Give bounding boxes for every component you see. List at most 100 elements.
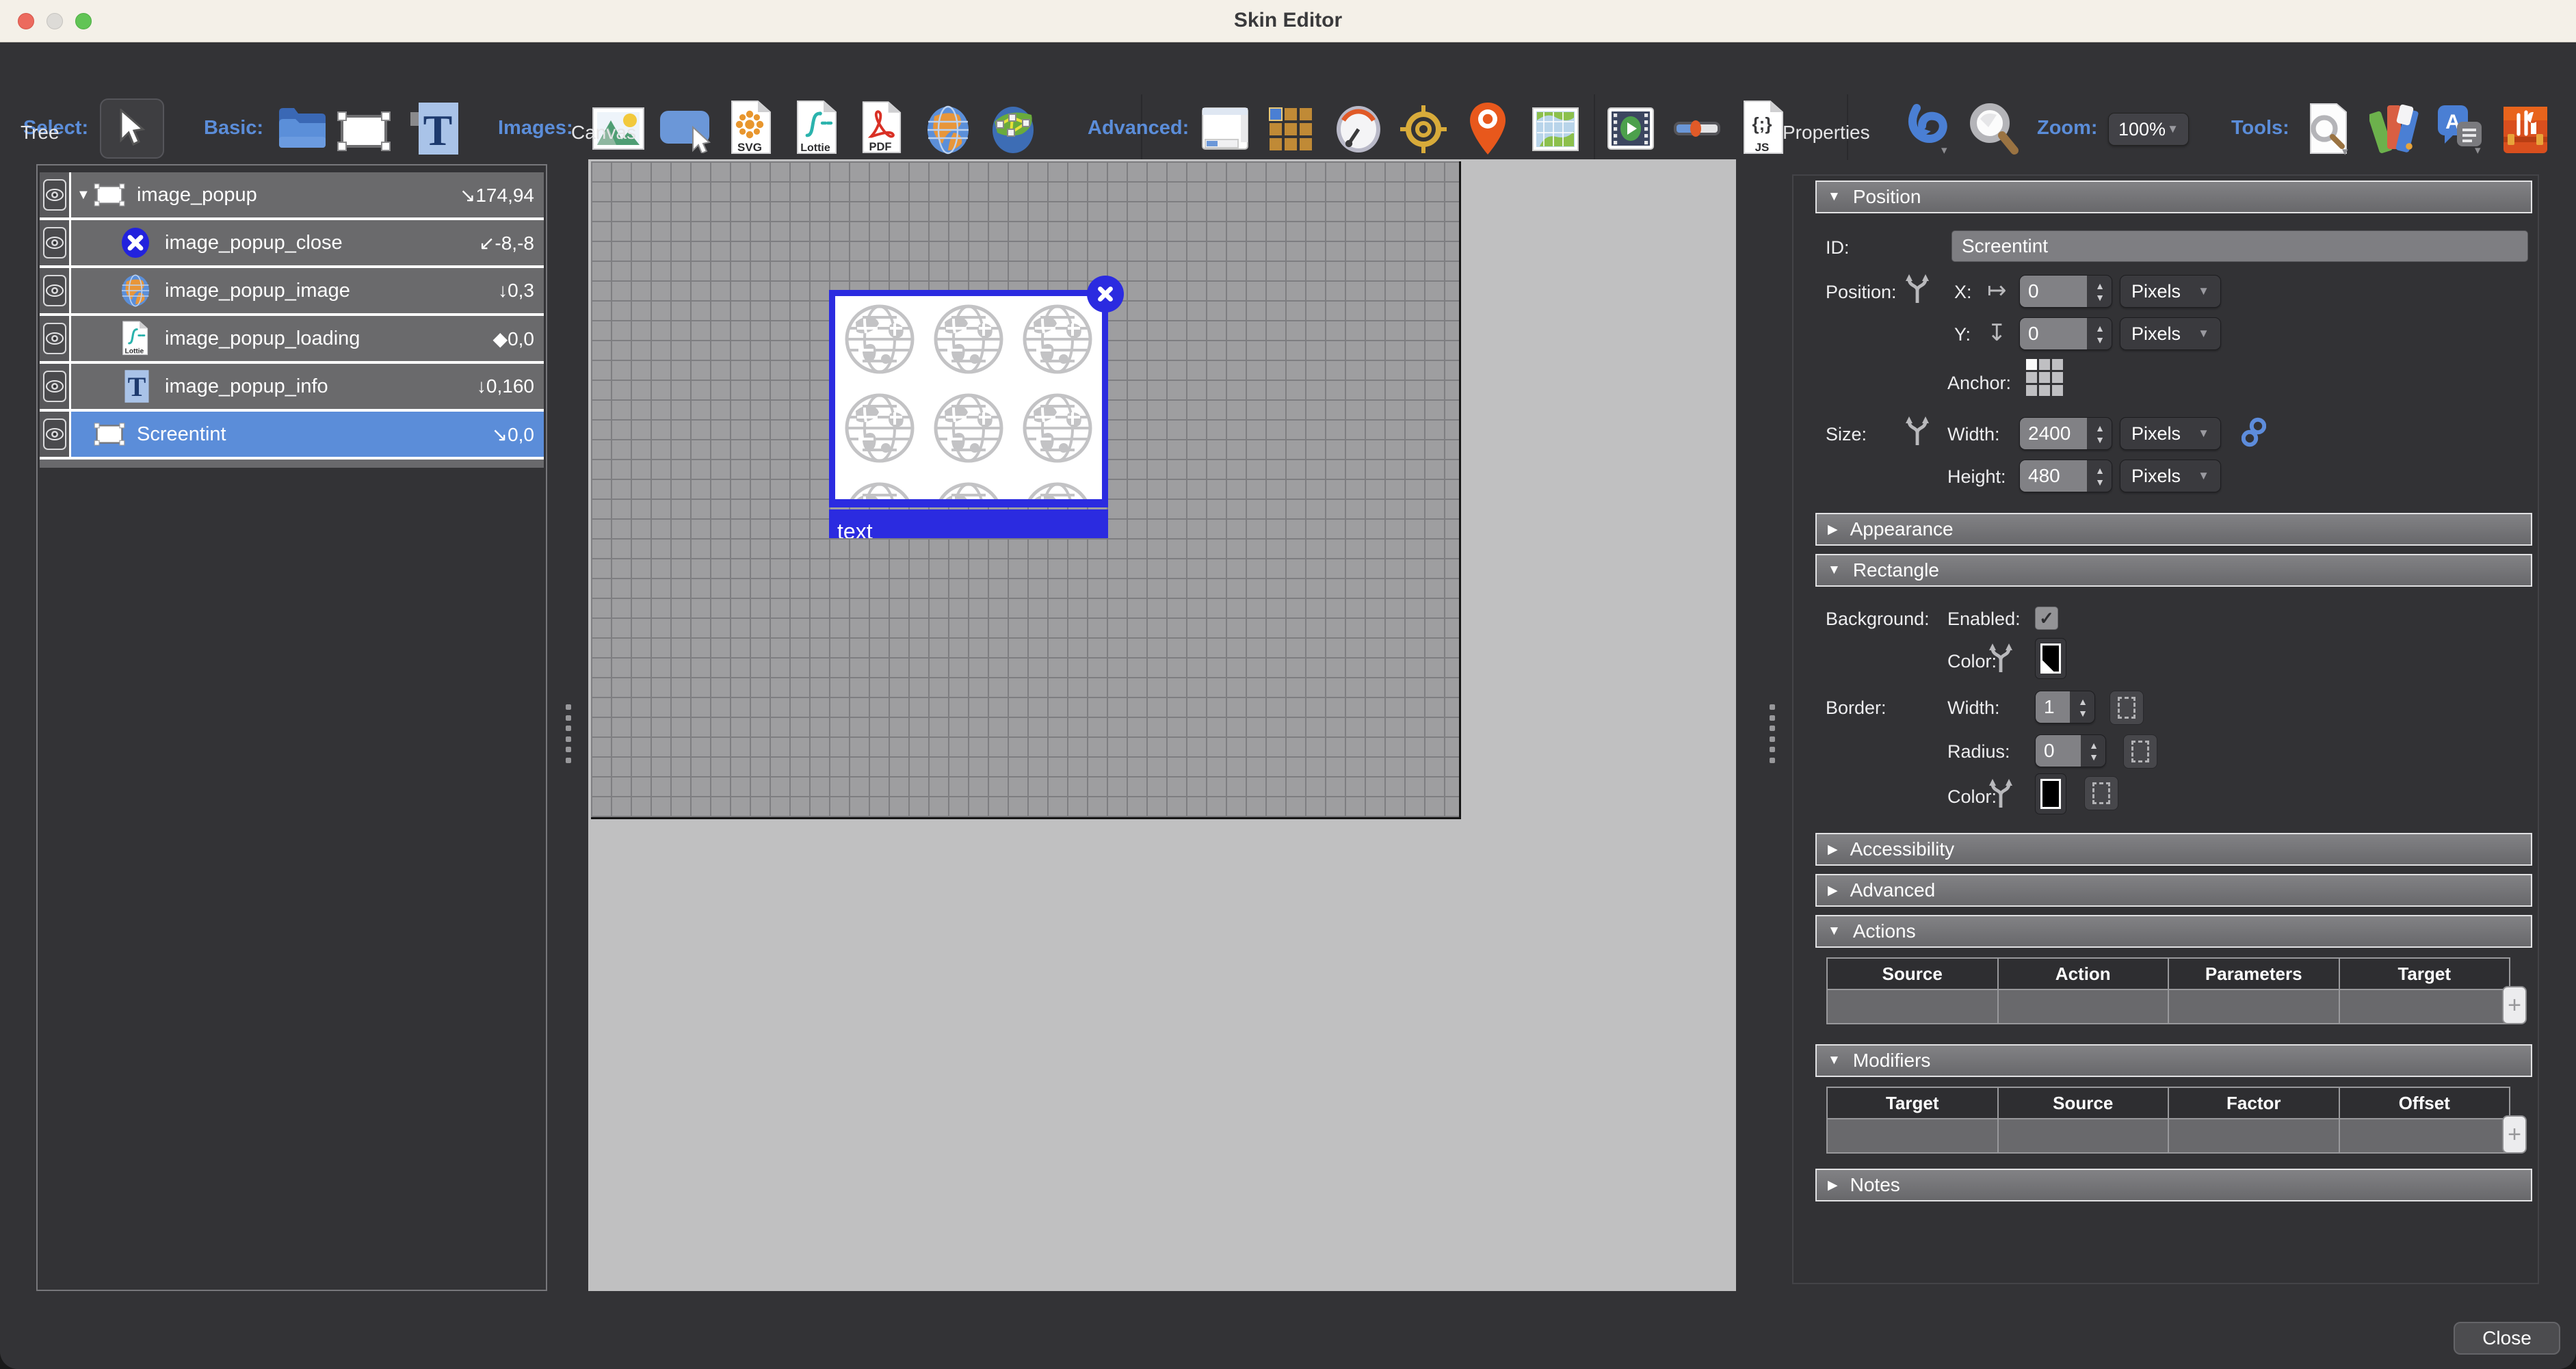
anchor-label: Anchor:: [1947, 373, 2011, 394]
map-pin-button[interactable]: [1467, 101, 1508, 159]
skin-document[interactable]: text: [591, 161, 1461, 819]
slider-widget-button[interactable]: [1672, 116, 1722, 144]
bind-size-icon[interactable]: [1904, 415, 1930, 447]
pdf-file-button[interactable]: PDF: [859, 100, 903, 159]
globe-image-button[interactable]: [923, 105, 973, 158]
undo-button[interactable]: ▾: [1906, 104, 1949, 157]
find-resource-button[interactable]: ▾: [2304, 101, 2352, 159]
svg-text:SVG: SVG: [737, 141, 762, 154]
visibility-toggle[interactable]: [43, 418, 66, 450]
video-widget-button[interactable]: [1607, 107, 1655, 154]
disclosure-triangle[interactable]: ▼: [77, 187, 90, 203]
rectangle-tool-button[interactable]: [337, 111, 391, 155]
lottie-file-button[interactable]: Lottie: [793, 100, 839, 159]
border-color-swatch[interactable]: [2035, 773, 2066, 814]
add-modifier-button[interactable]: +: [2502, 1115, 2527, 1154]
tree-canvas-splitter[interactable]: [565, 704, 572, 763]
modifiers-empty-row[interactable]: [1827, 1119, 2510, 1153]
js-file-button[interactable]: {;} JS: [1740, 100, 1785, 159]
section-header-accessibility[interactable]: ▶ Accessibility: [1815, 833, 2532, 866]
section-header-advanced[interactable]: ▶ Advanced: [1815, 874, 2532, 907]
canvas-popup-close-button[interactable]: [1087, 276, 1124, 313]
background-color-swatch[interactable]: [2035, 638, 2066, 679]
section-header-appearance[interactable]: ▶ Appearance: [1815, 513, 2532, 546]
modifiers-col-factor: Factor: [2168, 1087, 2339, 1119]
x-value-stepper[interactable]: 0 ▲▼: [2019, 275, 2112, 308]
anchor-selector[interactable]: [2026, 359, 2063, 396]
visibility-toggle[interactable]: [43, 275, 66, 306]
text-element-icon: T: [123, 369, 150, 403]
tree-row-screentint-selected[interactable]: Screentint ↘0,0: [40, 412, 544, 457]
canvas-panel[interactable]: text: [588, 159, 1736, 1291]
tree-row-image-popup-close[interactable]: image_popup_close ↙-8,-8: [40, 220, 544, 265]
translate-dropdown-arrow[interactable]: ▾: [2475, 144, 2481, 157]
width-value-stepper[interactable]: 2400 ▲▼: [2019, 417, 2112, 450]
bind-border-color-icon[interactable]: [1988, 777, 2014, 809]
lottie-file-icon: Lottie: [793, 100, 839, 156]
translate-button[interactable]: A ▾: [2435, 103, 2484, 157]
section-header-rectangle[interactable]: ▼ Rectangle: [1815, 554, 2532, 587]
radius-per-corner-button[interactable]: [2123, 734, 2157, 769]
zoom-mode-button[interactable]: [1967, 103, 2020, 159]
undo-dropdown-arrow[interactable]: ▾: [1941, 144, 1947, 157]
tree-row-image-popup-info[interactable]: T image_popup_info ↓0,160: [40, 364, 544, 409]
gauge-widget-button[interactable]: [1334, 104, 1383, 158]
canvas-popup-image[interactable]: [835, 296, 1102, 499]
modifiers-col-offset: Offset: [2339, 1087, 2510, 1119]
section-header-position[interactable]: ▼ Position: [1815, 181, 2532, 213]
chevron-down-icon: ▼: [2198, 427, 2209, 440]
tree-row-image-popup-image[interactable]: image_popup_image ↓0,3: [40, 268, 544, 313]
folder-tool-button[interactable]: [276, 104, 328, 152]
height-value-stepper[interactable]: 480 ▲▼: [2019, 460, 2112, 492]
color-swatches-button[interactable]: [2369, 103, 2419, 158]
placeholder-globe-icon: [835, 385, 924, 474]
text-tool-button[interactable]: T: [408, 101, 461, 159]
bind-position-icon[interactable]: [1904, 273, 1930, 304]
section-header-modifiers[interactable]: ▼ Modifiers: [1815, 1044, 2532, 1077]
background-enabled-checkbox[interactable]: ✓: [2035, 607, 2058, 630]
position-label: Position:: [1826, 282, 1897, 303]
zoom-level-select[interactable]: 100% ▼: [2108, 113, 2189, 146]
visibility-toggle[interactable]: [43, 371, 66, 402]
border-width-per-side-button[interactable]: [2110, 691, 2144, 725]
x-unit-select[interactable]: Pixels▼: [2120, 275, 2221, 308]
bind-color-icon[interactable]: [1988, 642, 2014, 674]
width-unit-select[interactable]: Pixels▼: [2120, 417, 2221, 450]
canvas-popup-info-text[interactable]: text: [829, 509, 1108, 538]
border-width-stepper[interactable]: 1 ▲▼: [2035, 691, 2095, 723]
gauge-icon: [1334, 104, 1383, 155]
button-tool-button[interactable]: [657, 108, 713, 157]
svg-file-icon: SVG: [728, 100, 773, 156]
id-field[interactable]: Screentint: [1951, 230, 2528, 262]
map-widget-button[interactable]: [1532, 107, 1579, 155]
link-width-height-icon[interactable]: [2242, 416, 2266, 448]
height-unit-select[interactable]: Pixels▼: [2120, 460, 2221, 492]
visibility-toggle[interactable]: [43, 323, 66, 354]
visibility-toggle[interactable]: [43, 179, 66, 211]
add-action-button[interactable]: +: [2502, 986, 2527, 1024]
globe-network-button[interactable]: [989, 105, 1037, 158]
close-button[interactable]: Close: [2454, 1322, 2560, 1355]
radius-stepper[interactable]: 0 ▲▼: [2035, 734, 2106, 767]
y-unit-select[interactable]: Pixels▼: [2120, 317, 2221, 350]
tree-scroll-track[interactable]: [40, 460, 544, 468]
grid-widget-button[interactable]: [1267, 107, 1315, 158]
tree-row-image-popup-loading[interactable]: Lottie image_popup_loading ◆0,0: [40, 316, 544, 361]
toolbox-button[interactable]: [2501, 101, 2550, 158]
target-widget-button[interactable]: [1399, 104, 1447, 158]
magnifier-icon: [1967, 103, 2020, 156]
list-widget-button[interactable]: [1201, 107, 1249, 154]
canvas-image-popup[interactable]: [829, 290, 1108, 507]
actions-empty-row[interactable]: [1827, 989, 2510, 1024]
tree-row-image-popup[interactable]: ▼ image_popup ↘174,94: [40, 172, 544, 217]
section-header-actions[interactable]: ▼ Actions: [1815, 915, 2532, 948]
step-up-icon: ▲: [2095, 281, 2105, 291]
canvas-properties-splitter[interactable]: [1769, 704, 1776, 763]
section-header-notes[interactable]: ▶ Notes: [1815, 1169, 2532, 1201]
y-value-stepper[interactable]: 0 ▲▼: [2019, 317, 2112, 350]
border-color-per-side-button[interactable]: [2084, 776, 2118, 810]
find-dropdown-arrow[interactable]: ▾: [2342, 145, 2348, 159]
svg-file-button[interactable]: SVG: [728, 100, 773, 159]
select-tool-button[interactable]: [100, 98, 164, 159]
visibility-toggle[interactable]: [43, 227, 66, 258]
